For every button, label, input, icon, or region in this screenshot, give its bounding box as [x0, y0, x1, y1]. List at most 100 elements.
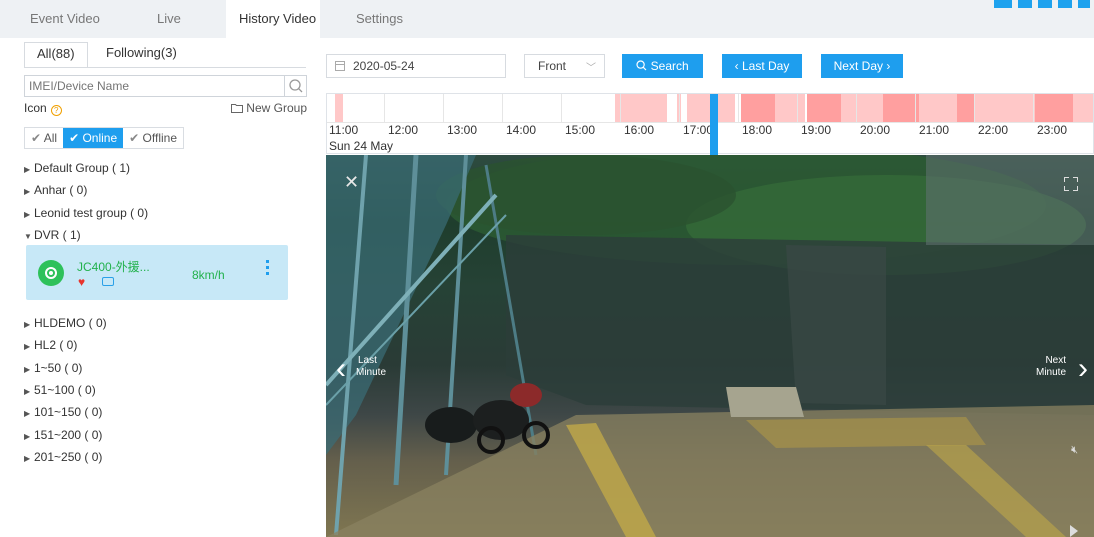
- group-default[interactable]: ▶ Default Group ( 1): [24, 157, 294, 179]
- caret-right-icon: ▶: [24, 431, 31, 441]
- recording-segment[interactable]: [919, 94, 957, 122]
- date-value: 2020-05-24: [353, 59, 415, 73]
- group-leonid-test[interactable]: ▶ Leonid test group ( 0): [24, 202, 294, 224]
- folder-icon: [231, 104, 244, 113]
- group-hldemo[interactable]: ▶ HLDEMO ( 0): [24, 312, 294, 334]
- timeline-tick: [443, 94, 444, 122]
- group-101-150[interactable]: ▶ 101~150 ( 0): [24, 401, 294, 423]
- chevron-right-icon: ›: [883, 59, 891, 73]
- group-label: HLDEMO ( 0): [34, 316, 107, 331]
- next-day-label: Next Day: [833, 59, 883, 73]
- search-icon[interactable]: [284, 76, 306, 96]
- chevron-left-icon: ‹: [336, 352, 346, 385]
- camera-icon[interactable]: [102, 277, 114, 286]
- timeline-day-label: Sun 24 May: [329, 139, 394, 153]
- hour-label: 16:00: [624, 123, 655, 137]
- date-picker[interactable]: 2020-05-24: [326, 54, 506, 78]
- device-search-input[interactable]: [25, 76, 283, 96]
- tab-event-video[interactable]: Event Video: [30, 0, 100, 38]
- caret-right-icon: ▶: [24, 387, 31, 397]
- group-151-200[interactable]: ▶ 151~200 ( 0): [24, 424, 294, 446]
- hour-label: 21:00: [919, 123, 950, 137]
- tab-history-video[interactable]: History Video: [226, 0, 320, 38]
- caret-right-icon: ▶: [24, 320, 31, 330]
- next-minute-button[interactable]: › Next Minute: [1036, 354, 1088, 384]
- timeline-tick: [620, 94, 621, 122]
- tab-live[interactable]: Live: [157, 0, 181, 38]
- video-frame: [326, 155, 1094, 537]
- recording-segment[interactable]: [1035, 94, 1073, 122]
- hour-label: 20:00: [860, 123, 891, 137]
- search-button-label: Search: [650, 59, 689, 73]
- hour-label: 14:00: [506, 123, 537, 137]
- timeline-tick: [679, 94, 680, 122]
- next-day-button[interactable]: Next Day ›: [821, 54, 903, 78]
- heart-icon[interactable]: ♥: [78, 275, 85, 289]
- icon-row: Icon? New Group: [24, 101, 307, 117]
- device-name: JC400-外援...: [77, 260, 150, 274]
- recording-segment[interactable]: [841, 94, 883, 122]
- recording-segment[interactable]: [335, 94, 343, 122]
- timeline-cursor[interactable]: [710, 94, 718, 155]
- hour-label: 23:00: [1037, 123, 1068, 137]
- device-item-jc400[interactable]: JC400-外援... 8km/h ♥: [26, 245, 288, 300]
- mute-icon[interactable]: 🔇︎: [1071, 444, 1078, 457]
- hour-label: 11:00: [329, 123, 359, 137]
- group-1-50[interactable]: ▶ 1~50 ( 0): [24, 357, 294, 379]
- caret-right-icon: ▶: [24, 364, 31, 374]
- hour-label: 12:00: [388, 123, 419, 137]
- chevron-down-icon: ﹀: [586, 63, 596, 74]
- recording-segment[interactable]: [883, 94, 919, 122]
- new-group-label: New Group: [246, 101, 307, 115]
- timeline-tick: [974, 94, 975, 122]
- brand-logo: [984, 0, 1094, 10]
- fullscreen-icon[interactable]: [1064, 177, 1078, 191]
- filter-online[interactable]: ✔ Online: [63, 128, 124, 148]
- recording-segment[interactable]: [957, 94, 975, 122]
- icon-label: Icon: [24, 101, 47, 115]
- camera-select[interactable]: Front ﹀: [524, 54, 605, 78]
- last-day-button[interactable]: ‹ Last Day: [722, 54, 802, 78]
- group-label: DVR ( 1): [34, 227, 81, 242]
- more-menu-icon[interactable]: [266, 260, 270, 280]
- timeline-tick: [502, 94, 503, 122]
- history-timeline[interactable]: 11:00 12:00 13:00 14:00 15:00 16:00 17:0…: [326, 93, 1094, 155]
- new-group-button[interactable]: New Group: [231, 101, 307, 115]
- timeline-tick: [915, 94, 916, 122]
- hour-label: 17:00: [683, 123, 714, 137]
- group-label: Anhar ( 0): [34, 183, 88, 198]
- timeline-tick: [856, 94, 857, 122]
- device-speed: 8km/h: [192, 268, 225, 282]
- help-icon[interactable]: ?: [50, 105, 62, 116]
- filter-offline[interactable]: ✔ Offline: [123, 128, 183, 148]
- status-filter: ✔ All ✔ Online ✔ Offline: [24, 127, 185, 149]
- subtab-following[interactable]: Following(3): [106, 42, 177, 68]
- group-hl2[interactable]: ▶ HL2 ( 0): [24, 334, 294, 356]
- tab-settings[interactable]: Settings: [356, 0, 403, 38]
- recording-segment[interactable]: [807, 94, 841, 122]
- recording-segment[interactable]: [1073, 94, 1093, 122]
- filter-all[interactable]: ✔ All: [25, 128, 63, 148]
- device-search: [24, 75, 307, 97]
- last-minute-button[interactable]: ‹ Last Minute: [336, 352, 386, 385]
- group-51-100[interactable]: ▶ 51~100 ( 0): [24, 379, 294, 401]
- filter-all-label: All: [43, 131, 58, 145]
- play-icon[interactable]: [1070, 525, 1078, 537]
- hour-label: 19:00: [801, 123, 832, 137]
- recording-segment[interactable]: [741, 94, 775, 122]
- subtab-divider: [24, 67, 306, 68]
- group-label: 201~250 ( 0): [34, 449, 103, 464]
- recording-segment[interactable]: [775, 94, 805, 122]
- close-icon[interactable]: ✕: [344, 173, 359, 191]
- group-anhar[interactable]: ▶ Anhar ( 0): [24, 179, 294, 201]
- subtab-all[interactable]: All(88): [24, 42, 88, 68]
- calendar-icon: [335, 61, 345, 71]
- group-201-250[interactable]: ▶ 201~250 ( 0): [24, 446, 294, 468]
- video-player[interactable]: ✕ ‹ Last Minute › Next Minute 🔇︎: [326, 155, 1094, 537]
- caret-right-icon: ▶: [24, 453, 31, 463]
- recording-segment[interactable]: [615, 94, 667, 122]
- recording-segment[interactable]: [975, 94, 1035, 122]
- group-dvr[interactable]: ▼ DVR ( 1): [24, 224, 294, 246]
- search-button[interactable]: Search: [622, 54, 703, 78]
- group-label: 1~50 ( 0): [34, 360, 83, 375]
